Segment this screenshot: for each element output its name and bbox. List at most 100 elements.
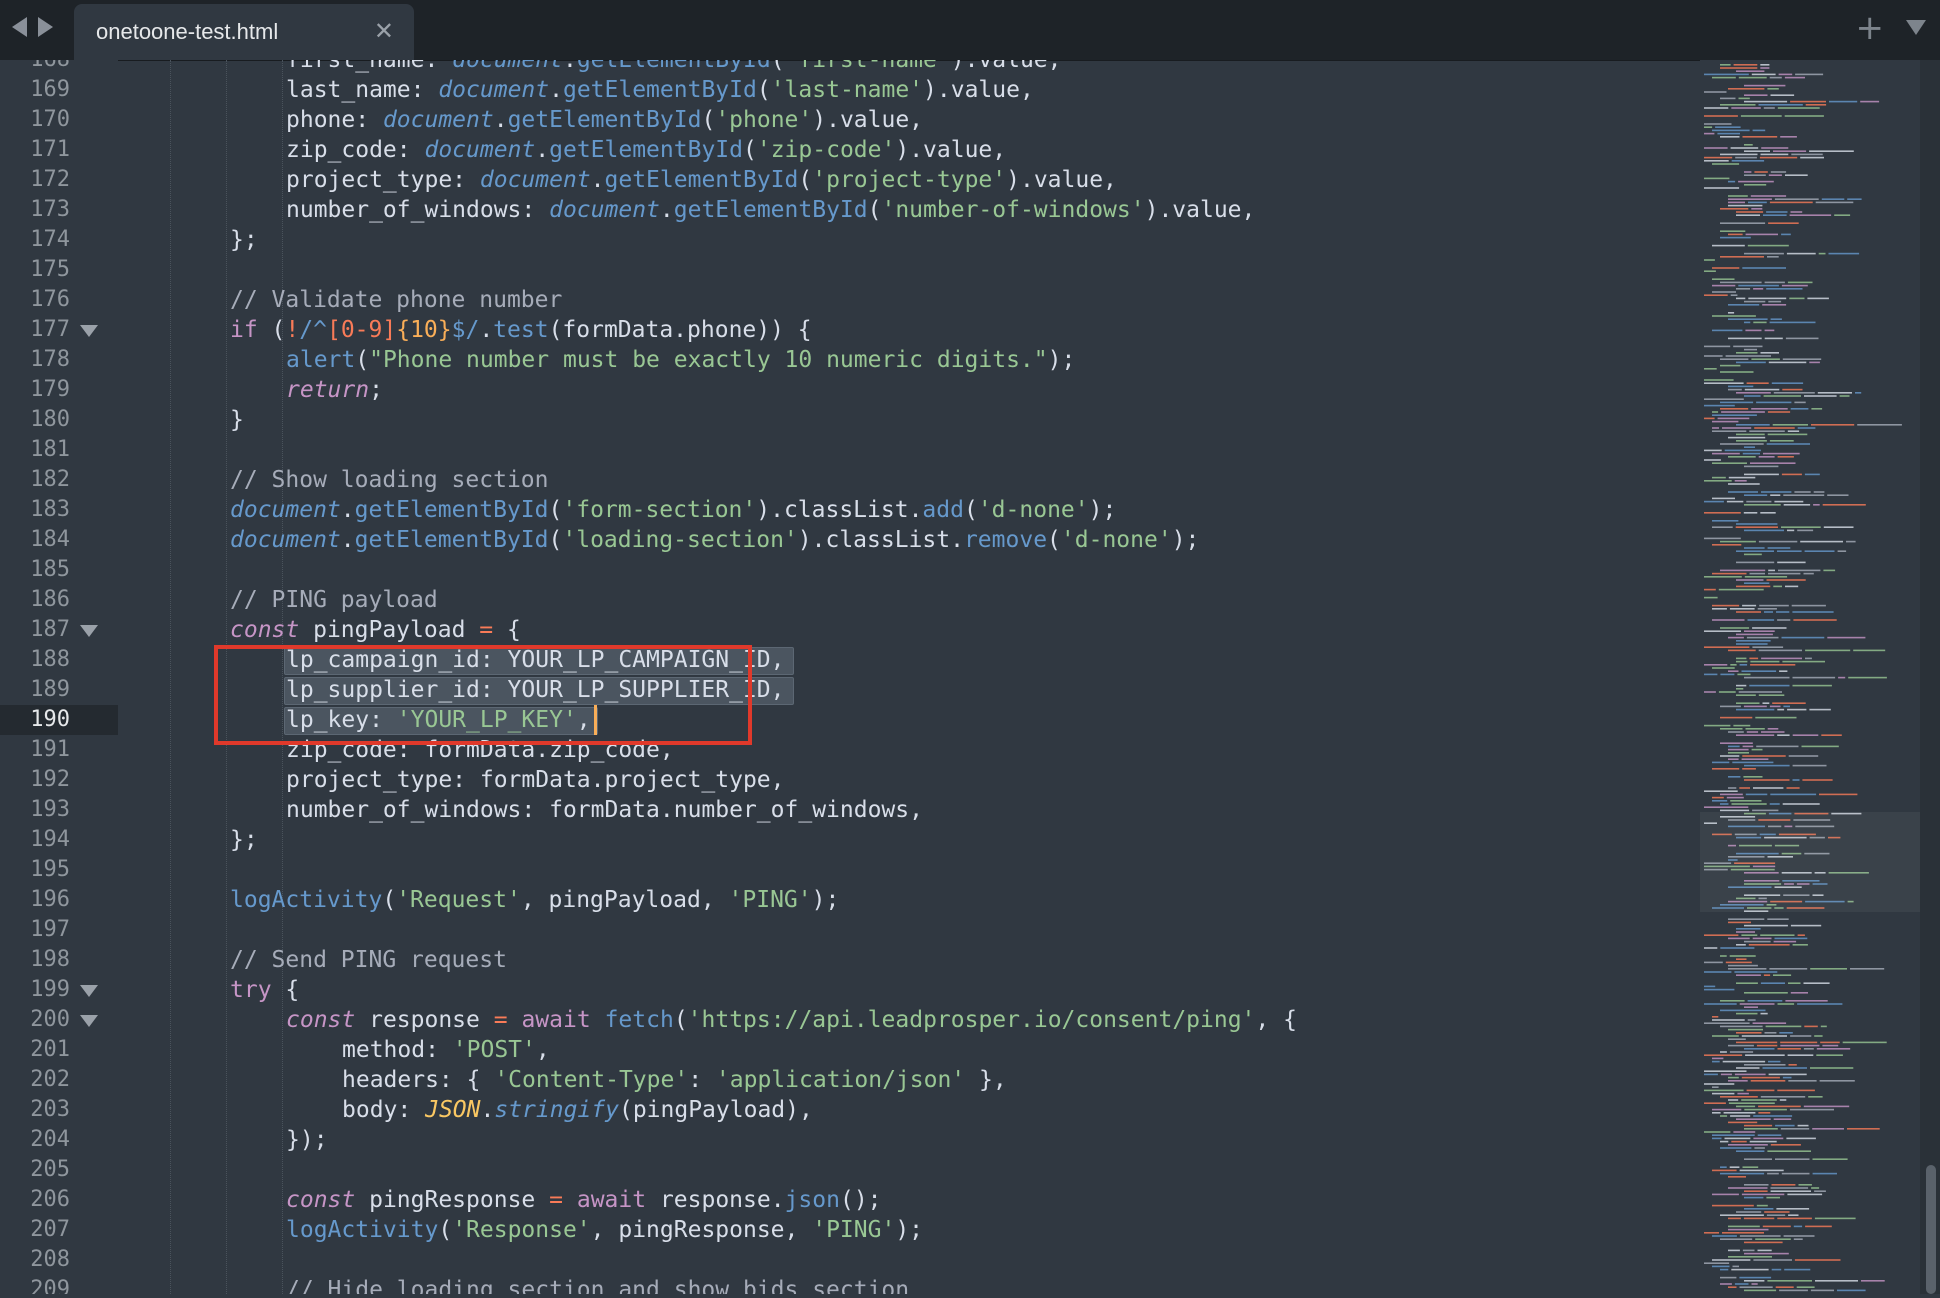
code-line[interactable]: };: [230, 825, 258, 855]
code-line[interactable]: phone: document.getElementById('phone').…: [286, 105, 923, 135]
minimap-code-stroke: [1730, 1115, 1751, 1117]
minimap-code-stroke: [1720, 1073, 1732, 1076]
code-line[interactable]: zip_code: document.getElementById('zip-c…: [286, 135, 1006, 165]
code-line[interactable]: // Hide loading section and show bids se…: [286, 1275, 909, 1294]
minimap-code-stroke: [1804, 550, 1835, 552]
code-line[interactable]: last_name: document.getElementById('last…: [286, 75, 1034, 105]
code-line[interactable]: logActivity('Request', pingPayload, 'PIN…: [230, 885, 839, 915]
back-arrow-icon[interactable]: [12, 17, 27, 37]
code-token: {: [493, 617, 521, 643]
minimap-code-stroke: [1770, 1144, 1801, 1146]
code-line[interactable]: }: [230, 405, 244, 435]
minimap-code-stroke: [1712, 572, 1747, 575]
fold-arrow-icon[interactable]: [80, 1015, 98, 1027]
code-token: 'd-none': [977, 497, 1089, 523]
code-token: pingResponse: [355, 1187, 550, 1213]
minimap-code-stroke: [1741, 758, 1769, 760]
new-tab-plus-icon[interactable]: +: [1856, 8, 1885, 48]
minimap-code-stroke: [1779, 1289, 1808, 1292]
code-line[interactable]: body: JSON.stringify(pingPayload),: [342, 1095, 813, 1125]
minimap-code-stroke: [1720, 153, 1758, 156]
minimap-code-stroke: [1834, 214, 1851, 216]
code-line[interactable]: // Send PING request: [230, 945, 507, 975]
minimap-code-stroke: [1756, 745, 1799, 748]
minimap-code-stroke: [1786, 787, 1800, 789]
code-line[interactable]: };: [230, 225, 258, 255]
minimap-code-stroke: [1793, 619, 1837, 621]
code-token: (: [382, 887, 397, 913]
minimap-code-stroke: [1736, 440, 1767, 442]
fold-arrow-icon[interactable]: [80, 985, 98, 997]
minimap-code-stroke: [1766, 1196, 1780, 1199]
minimap-code-stroke: [1736, 734, 1775, 736]
minimap-code-stroke: [1781, 284, 1808, 287]
code-line[interactable]: return;: [286, 375, 383, 405]
code-token: getElementById: [354, 497, 549, 523]
minimap-code-stroke: [1704, 790, 1738, 792]
minimap-code-stroke: [1704, 664, 1728, 666]
code-line[interactable]: // PING payload: [230, 585, 438, 615]
tab-menu-chevron-icon[interactable]: [1906, 20, 1926, 35]
fold-arrow-icon[interactable]: [80, 325, 98, 337]
minimap-code-stroke: [1758, 540, 1798, 543]
minimap-code-stroke: [1712, 800, 1728, 802]
minimap-viewport[interactable]: [1700, 812, 1920, 912]
minimap-code-stroke: [1777, 1089, 1815, 1092]
minimap-code-stroke: [1728, 731, 1744, 733]
minimap-code-stroke: [1772, 424, 1808, 426]
code-line[interactable]: const response = await fetch('https://ap…: [286, 1005, 1297, 1035]
code-line[interactable]: // Show loading section: [230, 465, 549, 495]
code-line[interactable]: document.getElementById('form-section').…: [230, 495, 1116, 525]
scrollbar-thumb[interactable]: [1926, 1165, 1936, 1294]
minimap-code-stroke: [1771, 382, 1804, 384]
minimap-code-stroke: [1812, 1172, 1837, 1175]
forward-arrow-icon[interactable]: [38, 17, 53, 37]
code-line[interactable]: // Validate phone number: [230, 285, 562, 315]
minimap-code-stroke: [1743, 1217, 1775, 1220]
minimap-code-stroke: [1728, 436, 1766, 439]
minimap-code-stroke: [1739, 1235, 1781, 1237]
minimap-code-stroke: [1819, 793, 1858, 796]
code-line[interactable]: number_of_windows: formData.number_of_wi…: [286, 795, 923, 825]
code-token: ).value,: [1144, 197, 1256, 223]
code-line[interactable]: project_type: formData.project_type,: [286, 765, 785, 795]
fold-arrow-icon[interactable]: [80, 625, 98, 637]
line-number: 194: [30, 827, 70, 852]
code-line[interactable]: number_of_windows: document.getElementBy…: [286, 195, 1255, 225]
close-icon[interactable]: ✕: [374, 17, 394, 45]
code-line[interactable]: method: 'POST',: [342, 1035, 550, 1065]
line-number-row: 199: [0, 975, 118, 1005]
minimap-code-stroke: [1792, 944, 1808, 946]
minimap-code-stroke: [1765, 1025, 1802, 1028]
tab-onetoone-test[interactable]: onetoone-test.html ✕: [74, 4, 414, 60]
code-line[interactable]: if (!/^[0-9]{10}$/.test(formData.phone))…: [230, 315, 812, 345]
minimap-code-stroke: [1742, 745, 1754, 748]
code-line[interactable]: first_name: document.getElementById('fir…: [286, 60, 1062, 75]
code-line[interactable]: project_type: document.getElementById('p…: [286, 165, 1117, 195]
code-line[interactable]: const pingResponse = await response.json…: [286, 1185, 882, 1215]
minimap-code-stroke: [1728, 195, 1748, 197]
minimap-code-stroke: [1728, 921, 1751, 924]
minimap-code-stroke: [1720, 256, 1764, 258]
code-line[interactable]: const pingPayload = {: [230, 615, 521, 645]
code-line[interactable]: logActivity('Response', pingResponse, 'P…: [286, 1215, 923, 1245]
minimap[interactable]: [1700, 60, 1920, 1294]
code-line[interactable]: });: [286, 1125, 328, 1155]
minimap-code-stroke: [1814, 1190, 1826, 1192]
minimap-code-stroke: [1728, 456, 1756, 458]
vertical-scrollbar[interactable]: [1920, 60, 1940, 1294]
minimap-code-stroke: [1796, 1286, 1815, 1288]
line-number: 201: [30, 1037, 70, 1062]
minimap-code-stroke: [1741, 1076, 1780, 1079]
minimap-code-stroke: [1733, 345, 1763, 348]
code-line[interactable]: try {: [230, 975, 299, 1005]
code-line[interactable]: alert("Phone number must be exactly 10 n…: [286, 345, 1075, 375]
minimap-code-stroke: [1795, 73, 1824, 76]
minimap-code-stroke: [1728, 1121, 1758, 1124]
minimap-code-stroke: [1736, 561, 1775, 564]
code-line[interactable]: document.getElementById('loading-section…: [230, 525, 1199, 555]
minimap-code-stroke: [1728, 1187, 1768, 1189]
code-line[interactable]: headers: { 'Content-Type': 'application/…: [342, 1065, 1007, 1095]
code-token: alert: [286, 347, 356, 373]
minimap-code-stroke: [1750, 462, 1796, 464]
